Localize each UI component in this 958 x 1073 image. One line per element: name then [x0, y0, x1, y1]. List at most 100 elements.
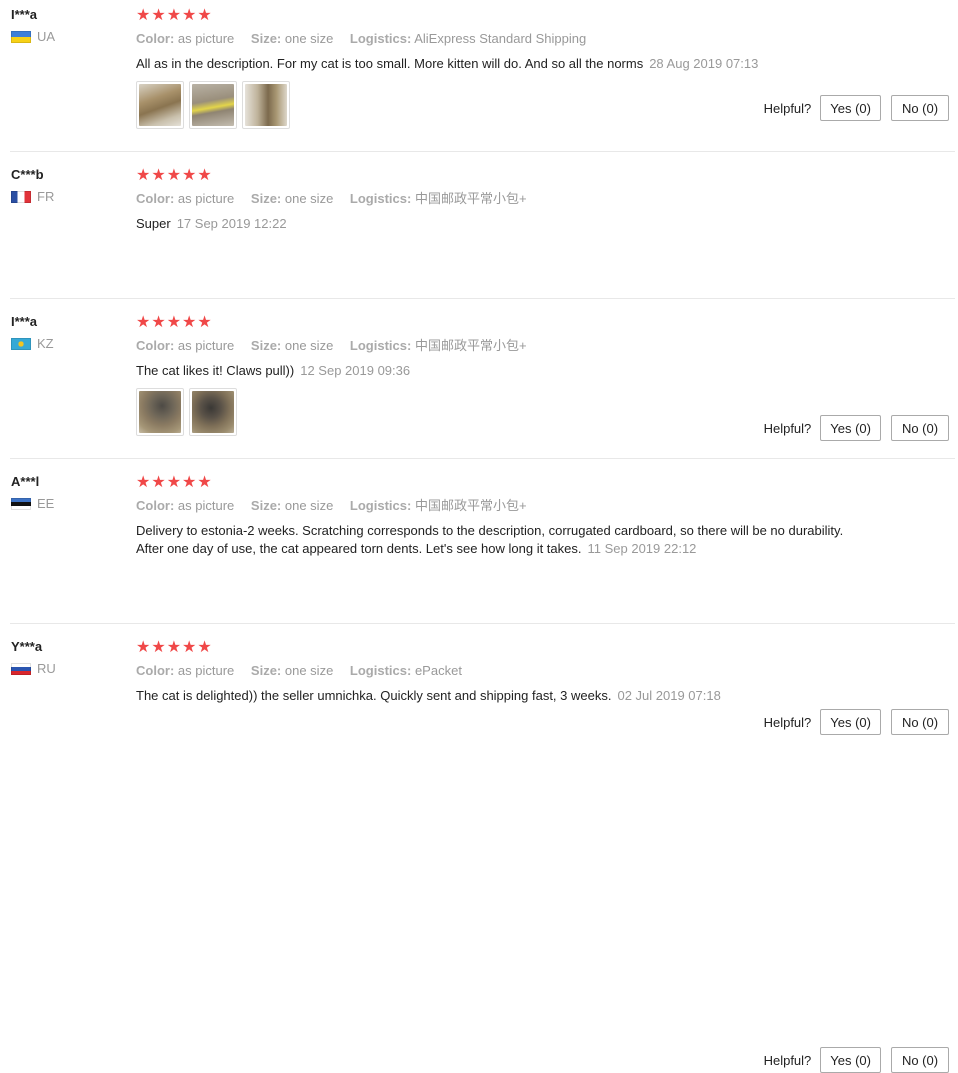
helpful-vote: Helpful? Yes (0) No (0) [764, 95, 949, 121]
cat-scratching-photo [192, 391, 234, 433]
review-date: 12 Sep 2019 09:36 [300, 363, 411, 378]
review-text-block: Delivery to estonia-2 weeks. Scratching … [136, 522, 856, 558]
review-divider [10, 623, 955, 624]
logistics-label: Logistics: [349, 338, 412, 353]
size-value: one size [284, 498, 334, 513]
reviewer-info: I***a KZ [11, 314, 54, 351]
size-label: Size: [250, 31, 282, 46]
review-text: Super [136, 216, 171, 231]
reviewer-country: EE [11, 497, 54, 511]
reviewer-info: Y***a RU [11, 639, 56, 676]
color-label: Color: [136, 338, 175, 353]
logistics-value: 中国邮政平常小包+ [414, 498, 527, 513]
helpful-yes-button[interactable]: Yes (0) [820, 709, 881, 735]
order-attributes: Color: as picture Size: one size Logisti… [136, 31, 856, 47]
country-code: KZ [37, 336, 54, 351]
order-attributes: Color: as picture Size: one size Logisti… [136, 338, 856, 354]
review-photo-thumbnail[interactable] [136, 81, 184, 129]
review-date: 17 Sep 2019 12:22 [176, 216, 287, 231]
logistics-value: 中国邮政平常小包+ [414, 338, 527, 353]
helpful-no-button[interactable]: No (0) [891, 95, 949, 121]
order-attributes: Color: as picture Size: one size Logisti… [136, 663, 856, 679]
reviewer-info: C***b FR [11, 167, 54, 204]
reviewer-name: C***b [11, 167, 44, 182]
logistics-value: 中国邮政平常小包+ [414, 191, 527, 206]
size-label: Size: [250, 338, 282, 353]
review-text-block: All as in the description. For my cat is… [136, 55, 856, 73]
country-flag-icon [11, 663, 31, 675]
review-content: ★★★★★ Color: as picture Size: one size L… [136, 639, 856, 705]
reviewer-name: I***a [11, 7, 38, 22]
size-value: one size [284, 663, 334, 678]
star-rating: ★★★★★ [136, 165, 213, 184]
reviews-list: I***a UA ★★★★★ Color: as picture Size: o… [0, 0, 958, 1073]
color-label: Color: [136, 31, 175, 46]
size-label: Size: [250, 498, 282, 513]
star-rating: ★★★★★ [136, 312, 213, 331]
review-photo-thumbnail[interactable] [189, 81, 237, 129]
order-attributes: Color: as picture Size: one size Logisti… [136, 191, 856, 207]
color-value: as picture [177, 498, 235, 513]
color-value: as picture [177, 338, 235, 353]
cat-on-scratcher-photo [139, 391, 181, 433]
review-content: ★★★★★ Color: as picture Size: one size L… [136, 314, 856, 436]
helpful-yes-button[interactable]: Yes (0) [820, 95, 881, 121]
color-label: Color: [136, 498, 175, 513]
review-photo-thumbnail[interactable] [189, 388, 237, 436]
color-label: Color: [136, 663, 175, 678]
helpful-label: Helpful? [763, 1052, 812, 1068]
logistics-value: ePacket [414, 663, 462, 678]
helpful-no-button[interactable]: No (0) [891, 709, 949, 735]
scratcher-yellow-label-photo [192, 84, 234, 126]
country-code: FR [37, 189, 55, 204]
review-date: 02 Jul 2019 07:18 [617, 688, 721, 703]
reviewer-name: I***a [11, 314, 38, 329]
size-label: Size: [250, 663, 282, 678]
helpful-label: Helpful? [763, 100, 812, 116]
helpful-no-button[interactable]: No (0) [891, 1047, 949, 1073]
review-photo-thumbnail[interactable] [242, 81, 290, 129]
review-content: ★★★★★ Color: as picture Size: one size L… [136, 167, 856, 233]
reviewer-name: Y***a [11, 639, 43, 654]
review-photos [136, 81, 856, 129]
reviewer-name: A***l [11, 474, 40, 489]
review-text: Delivery to estonia-2 weeks. Scratching … [136, 523, 844, 556]
country-flag-icon [11, 191, 31, 203]
cardboard-scratcher-photo [139, 84, 181, 126]
review-text-block: Super 17 Sep 2019 12:22 [136, 215, 856, 233]
size-value: one size [284, 338, 334, 353]
review-date: 28 Aug 2019 07:13 [649, 56, 759, 71]
helpful-label: Helpful? [763, 714, 812, 730]
star-rating: ★★★★★ [136, 472, 213, 491]
helpful-no-button[interactable]: No (0) [891, 415, 949, 441]
reviewer-info: I***a UA [11, 7, 55, 44]
logistics-label: Logistics: [349, 663, 412, 678]
reviewer-country: RU [11, 662, 56, 676]
color-value: as picture [177, 191, 235, 206]
review-divider [10, 151, 955, 152]
country-code: UA [37, 29, 56, 44]
star-rating: ★★★★★ [136, 637, 213, 656]
size-value: one size [284, 31, 334, 46]
color-value: as picture [177, 663, 235, 678]
review-text-block: The cat likes it! Claws pull)) 12 Sep 201… [136, 362, 856, 380]
reviewer-info: A***l EE [11, 474, 54, 511]
review-photos [136, 388, 856, 436]
size-label: Size: [250, 191, 282, 206]
color-value: as picture [177, 31, 235, 46]
review-text: The cat is delighted)) the seller umnich… [136, 688, 612, 703]
review-content: ★★★★★ Color: as picture Size: one size L… [136, 7, 856, 129]
logistics-label: Logistics: [349, 191, 412, 206]
review-photo-thumbnail[interactable] [136, 388, 184, 436]
country-code: EE [37, 496, 55, 511]
country-flag-icon [11, 338, 31, 350]
review-date: 11 Sep 2019 22:12 [587, 541, 697, 556]
review-text: All as in the description. For my cat is… [136, 56, 644, 71]
logistics-label: Logistics: [349, 498, 412, 513]
country-flag-icon [11, 31, 31, 43]
order-attributes: Color: as picture Size: one size Logisti… [136, 498, 856, 514]
reviewer-country: KZ [11, 337, 54, 351]
helpful-yes-button[interactable]: Yes (0) [820, 1047, 881, 1073]
review-text: The cat likes it! Claws pull)) [136, 363, 295, 378]
reviewer-country: UA [11, 30, 55, 44]
